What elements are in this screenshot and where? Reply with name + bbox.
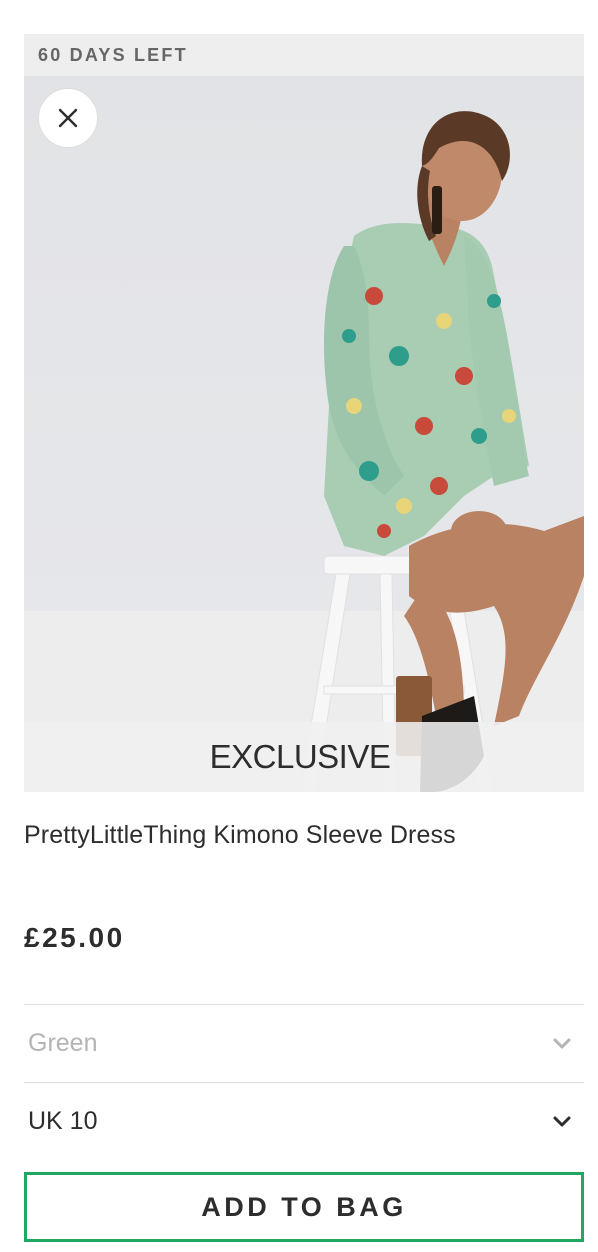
add-to-bag-button[interactable]: ADD TO BAG	[24, 1172, 584, 1242]
colour-value: Green	[28, 1029, 98, 1057]
product-photo	[24, 76, 584, 792]
product-title[interactable]: PrettyLittleThing Kimono Sleeve Dress	[24, 820, 584, 850]
size-value: UK 10	[28, 1107, 98, 1135]
close-button[interactable]	[38, 88, 98, 148]
product-card: 60 DAYS LEFT EXCLUSIVE PrettyLittleThing…	[24, 34, 584, 1242]
size-select[interactable]: UK 10	[24, 1082, 584, 1160]
chevron-down-icon	[553, 1038, 571, 1048]
product-price: £25.00	[24, 922, 125, 953]
exclusive-badge: EXCLUSIVE	[24, 722, 584, 792]
colour-select[interactable]: Green	[24, 1004, 584, 1082]
chevron-down-icon	[553, 1116, 571, 1126]
days-left-banner: 60 DAYS LEFT	[24, 34, 584, 76]
close-icon	[58, 108, 78, 128]
product-image[interactable]: EXCLUSIVE	[24, 76, 584, 792]
